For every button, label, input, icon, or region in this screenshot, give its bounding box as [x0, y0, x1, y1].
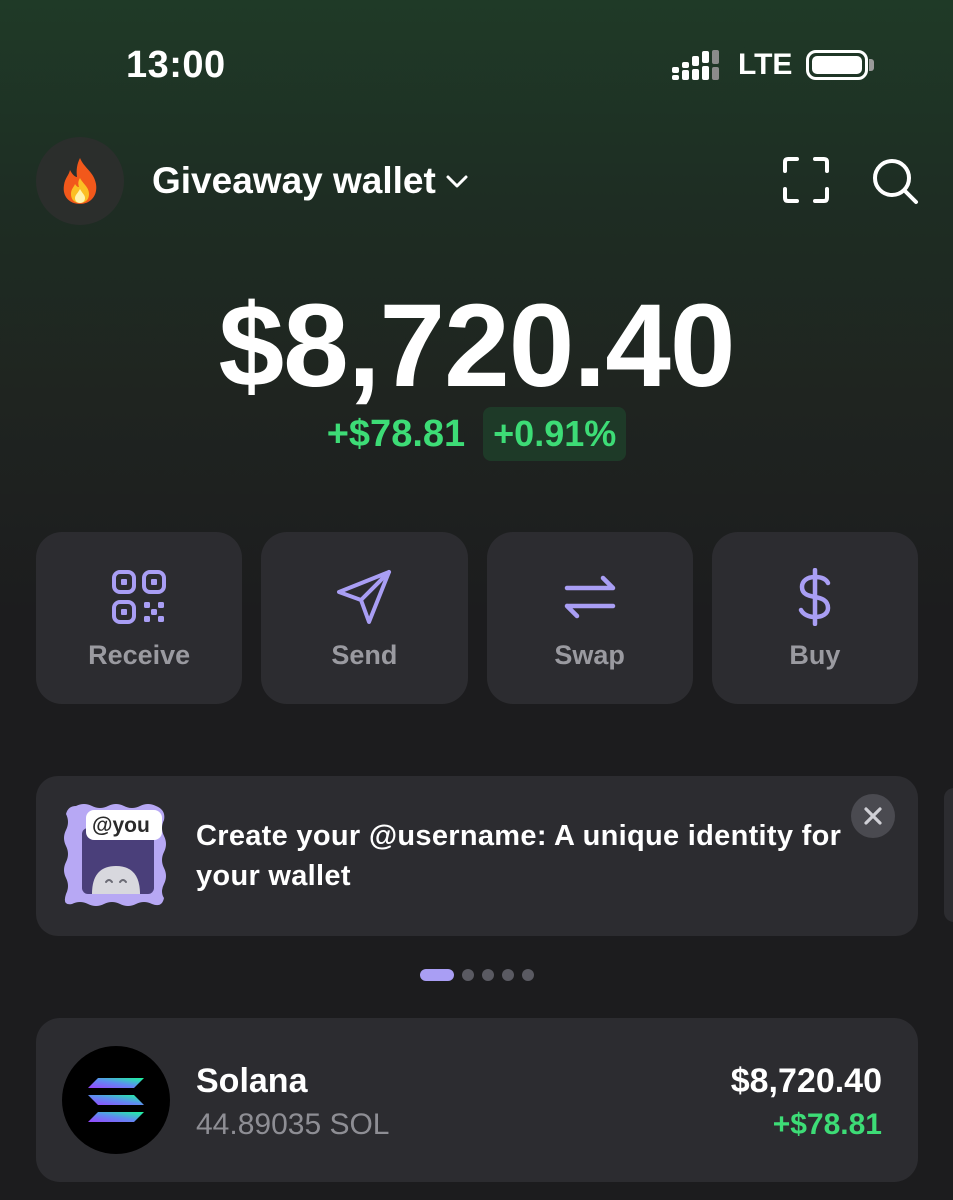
- receive-button[interactable]: Receive: [36, 532, 243, 704]
- wallet-name: Giveaway wallet: [152, 160, 436, 201]
- cellular-signal-icon: [672, 50, 719, 80]
- chevron-down-icon: [446, 175, 468, 188]
- wallet-avatar[interactable]: [36, 137, 124, 225]
- username-promo-card[interactable]: @you Create your @username: A unique ide…: [36, 776, 918, 936]
- wallet-selector[interactable]: Giveaway wallet: [152, 160, 470, 202]
- scan-icon[interactable]: [782, 156, 830, 204]
- pager-dot[interactable]: [482, 969, 494, 981]
- buy-button[interactable]: Buy: [711, 532, 918, 704]
- send-icon: [337, 570, 392, 624]
- balance-change-percent: +0.91%: [483, 407, 627, 461]
- qr-code-icon: [112, 570, 167, 624]
- solana-logo-icon: [62, 1046, 170, 1154]
- token-name: Solana: [196, 1062, 308, 1100]
- username-badge-text: @you: [92, 814, 150, 837]
- token-row-solana[interactable]: Solana 44.89035 SOL $8,720.40 +$78.81: [36, 1018, 918, 1182]
- promo-pager: [420, 969, 534, 981]
- receive-label: Receive: [88, 640, 191, 670]
- battery-icon: [806, 50, 868, 80]
- token-amount: 44.89035 SOL: [196, 1108, 390, 1141]
- battery-cap: [869, 59, 874, 71]
- fire-icon: [63, 158, 97, 204]
- network-type: LTE: [738, 48, 793, 81]
- next-promo-card-peek[interactable]: [944, 788, 953, 922]
- send-button[interactable]: Send: [261, 532, 468, 704]
- buy-label: Buy: [789, 640, 841, 670]
- swap-button[interactable]: Swap: [486, 532, 693, 704]
- total-balance: $8,720.40: [218, 280, 736, 412]
- promo-close-button[interactable]: [851, 794, 895, 838]
- search-icon[interactable]: [870, 156, 920, 206]
- send-label: Send: [331, 640, 398, 670]
- balance-change-amount: +$78.81: [326, 412, 466, 455]
- token-value: $8,720.40: [730, 1062, 882, 1100]
- pager-dot[interactable]: [462, 969, 474, 981]
- pager-dot[interactable]: [522, 969, 534, 981]
- swap-label: Swap: [554, 640, 625, 670]
- action-buttons: Receive Send Swap Buy: [36, 532, 918, 704]
- status-time: 13:00: [126, 44, 226, 86]
- pager-dot[interactable]: [502, 969, 514, 981]
- promo-text: Create your @username: A unique identity…: [196, 820, 842, 892]
- balance-change-row: +$78.81 +0.91%: [0, 407, 953, 461]
- swap-icon: [564, 575, 615, 619]
- token-change: +$78.81: [772, 1108, 882, 1141]
- close-icon: [864, 807, 882, 825]
- dollar-icon: [798, 568, 831, 626]
- pager-dot[interactable]: [420, 969, 454, 981]
